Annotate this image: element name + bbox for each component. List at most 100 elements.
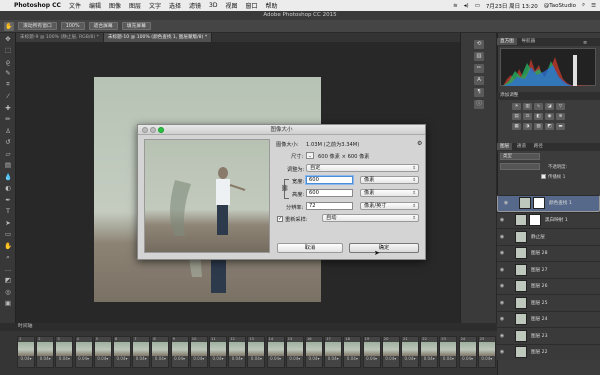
frame-delay[interactable]: 0.04▾ — [210, 356, 226, 362]
layer-name[interactable]: 图层 23 — [531, 333, 548, 339]
layer-row[interactable]: ◉ 图层 25 — [497, 294, 600, 311]
layer-name[interactable]: 图层 28 — [531, 250, 548, 256]
timeline-frame[interactable]: 25 0.04▾ — [477, 336, 496, 368]
propagate-frame-checkbox[interactable] — [541, 174, 546, 179]
posterize-icon[interactable]: ▧ — [534, 123, 543, 130]
frame-delay[interactable]: 0.04▾ — [306, 356, 322, 362]
frame-delay[interactable]: 0.04▾ — [364, 356, 380, 362]
gradient-tool-icon[interactable]: ▤ — [0, 160, 16, 172]
shape-tool-icon[interactable]: ▭ — [0, 229, 16, 241]
frame-delay[interactable]: 0.04▾ — [172, 356, 188, 362]
frame-delay[interactable]: 0.04▾ — [95, 356, 111, 362]
resolution-field[interactable]: 72 — [306, 202, 353, 210]
timeline-frame[interactable]: 15 0.04▾ — [285, 336, 304, 368]
move-tool-icon[interactable]: ✥ — [0, 33, 16, 45]
menu-edit[interactable]: 编辑 — [89, 1, 101, 10]
dimensions-dropdown-icon[interactable]: ⌄ — [306, 152, 314, 159]
photo-filter-icon[interactable]: ◉ — [545, 113, 554, 120]
layer-row[interactable]: ◉ 图层 28 — [497, 244, 600, 261]
pen-tool-icon[interactable]: ✒ — [0, 194, 16, 206]
tab-doc-10[interactable]: 未标题-10 @ 100% (颜色查找 1, 图层蒙版/8) * — [103, 33, 213, 42]
fit-screen-button[interactable]: 适合屏幕 — [88, 22, 118, 30]
info-panel-icon[interactable]: ⓘ — [474, 100, 484, 109]
healing-brush-tool-icon[interactable]: ✚ — [0, 102, 16, 114]
frame-delay[interactable]: 0.04▾ — [440, 356, 456, 362]
layer-row[interactable]: ◉ 图层 22 — [497, 343, 600, 360]
dodge-tool-icon[interactable]: ◐ — [0, 183, 16, 195]
channel-mixer-icon[interactable]: ⊕ — [556, 113, 565, 120]
visibility-eye-icon[interactable]: ◉ — [497, 267, 507, 273]
more-tools-icon[interactable]: … — [0, 263, 16, 275]
scroll-all-windows-button[interactable]: 滚动所有窗口 — [18, 22, 57, 30]
layer-row[interactable]: ◉ 静止层 — [497, 228, 600, 245]
brush-panel-icon[interactable]: ✏ — [474, 64, 484, 73]
visibility-eye-icon[interactable]: ◉ — [497, 217, 507, 223]
timeline-frame[interactable]: 6 0.04▾ — [113, 336, 131, 368]
threshold-icon[interactable]: ◩ — [545, 123, 554, 130]
cancel-button[interactable]: 取消 — [277, 243, 343, 253]
battery-icon[interactable]: ▭ — [475, 3, 480, 9]
frame-delay[interactable]: 0.04▾ — [18, 356, 34, 362]
timeline-frame[interactable]: 11 0.04▾ — [209, 336, 227, 368]
frame-delay[interactable]: 0.04▾ — [402, 356, 418, 362]
color-lookup-icon[interactable]: ▦ — [512, 123, 521, 130]
frame-delay[interactable]: 0.04▾ — [152, 356, 168, 362]
layer-row[interactable]: ◉ 图层 26 — [497, 277, 600, 294]
hue-sat-icon[interactable]: ▤ — [512, 113, 521, 120]
timeline-frame[interactable]: 8 0.04▾ — [151, 336, 170, 368]
levels-icon[interactable]: ▥ — [523, 103, 532, 110]
visibility-eye-icon[interactable]: ◉ — [497, 349, 507, 355]
timeline-frame[interactable]: 7 0.04▾ — [132, 336, 151, 368]
screen-mode-icon[interactable]: ▣ — [0, 298, 16, 310]
gear-icon[interactable]: ⚙ — [417, 140, 422, 147]
resample-checkbox[interactable]: ✓ — [277, 216, 283, 222]
menu-filter[interactable]: 滤镜 — [189, 1, 201, 10]
frame-delay[interactable]: 0.04▾ — [248, 356, 264, 362]
resample-select[interactable]: 自动 ⇕ — [322, 214, 419, 222]
layer-row[interactable]: ◉ 黑白映射 1 — [497, 211, 600, 228]
frame-delay[interactable]: 0.04▾ — [133, 356, 149, 362]
width-unit-select[interactable]: 像素 ⇕ — [360, 176, 419, 184]
menu-view[interactable]: 视图 — [225, 1, 237, 10]
menu-type[interactable]: 文字 — [149, 1, 161, 10]
menu-list-icon[interactable]: ☰ — [591, 3, 596, 9]
timeline-frame[interactable]: 20 0.04▾ — [381, 336, 400, 368]
close-icon[interactable] — [142, 127, 148, 133]
timeline-frame[interactable]: 9 0.04▾ — [170, 336, 189, 368]
lasso-tool-icon[interactable]: ϱ — [0, 56, 16, 68]
blur-tool-icon[interactable]: 💧 — [0, 171, 16, 183]
tab-doc-9[interactable]: 未标题-9 @ 100% (静止层, RGB/8) * — [16, 33, 104, 42]
eraser-tool-icon[interactable]: ▱ — [0, 148, 16, 160]
tab-histogram[interactable]: 直方图 — [497, 38, 517, 45]
ok-button[interactable]: 确定 — [349, 243, 419, 253]
wifi-icon[interactable]: ≋ — [453, 3, 458, 9]
visibility-eye-icon[interactable]: ◉ — [501, 200, 511, 207]
layer-row[interactable]: ◉ 图层 27 — [497, 261, 600, 278]
layer-name[interactable]: 图层 26 — [531, 283, 548, 289]
layer-name[interactable]: 颜色查找 1 — [549, 200, 572, 207]
tab-paths[interactable]: 路径 — [531, 143, 546, 150]
timeline-frame[interactable]: 24 0.04▾ — [458, 336, 477, 368]
timeline-frame[interactable]: 16 0.04▾ — [305, 336, 323, 368]
frame-delay[interactable]: 0.04▾ — [37, 356, 53, 362]
menu-app-name[interactable]: Photoshop CC — [14, 2, 61, 9]
layer-name[interactable]: 图层 27 — [531, 267, 548, 273]
visibility-eye-icon[interactable]: ◉ — [497, 250, 507, 256]
layer-kind-filter[interactable]: 类型 — [500, 153, 540, 160]
visibility-eye-icon[interactable]: ◉ — [497, 234, 507, 240]
visibility-eye-icon[interactable]: ◉ — [497, 283, 507, 289]
type-tool-icon[interactable]: T — [0, 206, 16, 218]
menu-3d[interactable]: 3D — [209, 2, 217, 9]
width-field[interactable]: 600 — [306, 176, 353, 184]
timeline-frame[interactable]: 3 0.04▾ — [55, 336, 74, 368]
height-unit-select[interactable]: 像素 ⇕ — [360, 189, 419, 197]
tab-channels[interactable]: 通道 — [514, 143, 529, 150]
timeline-frame[interactable]: 23 0.04▾ — [439, 336, 458, 368]
height-field[interactable]: 600 — [306, 189, 353, 197]
timeline-frame[interactable]: 13 0.04▾ — [247, 336, 266, 368]
menu-select[interactable]: 选择 — [169, 1, 181, 10]
fill-screen-button[interactable]: 填充屏幕 — [121, 22, 151, 30]
frame-delay[interactable]: 0.04▾ — [76, 356, 92, 362]
layer-name[interactable]: 静止层 — [531, 234, 545, 240]
timeline-frame[interactable]: 18 0.04▾ — [343, 336, 362, 368]
